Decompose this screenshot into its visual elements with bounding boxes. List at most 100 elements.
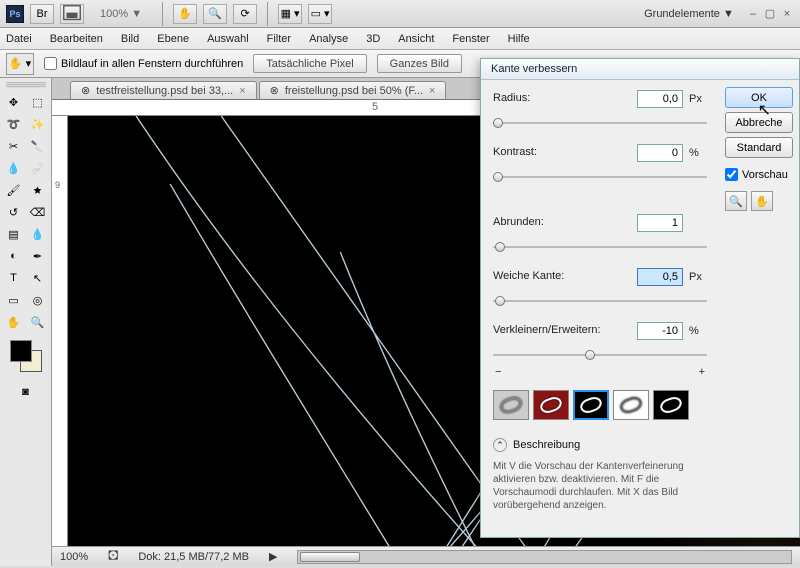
description-heading: Beschreibung (513, 439, 580, 451)
heal-tool-icon[interactable]: 🩹 (27, 158, 49, 178)
verkl-slider[interactable] (493, 348, 707, 362)
menu-ebene[interactable]: Ebene (157, 33, 189, 45)
status-bar: 100% 🖸 Dok: 21,5 MB/77,2 MB ▶ (52, 546, 800, 566)
scroll-all-checkbox[interactable]: Bildlauf in allen Fenstern durchführen (44, 57, 243, 70)
preview-modes (493, 390, 707, 420)
menu-bild[interactable]: Bild (121, 33, 139, 45)
hand-icon[interactable]: ✋ (751, 191, 773, 211)
scrollbar-horizontal[interactable] (297, 550, 792, 564)
minus-icon: − (495, 366, 501, 378)
actual-pixels-button[interactable]: Tatsächliche Pixel (253, 54, 366, 73)
close-tab-icon[interactable]: × (239, 85, 245, 97)
marquee-tool-icon[interactable]: ⬚ (27, 92, 49, 112)
weiche-label: Weiche Kante: (493, 268, 631, 286)
type-tool-icon[interactable]: T (3, 268, 25, 288)
hand-tool-icon[interactable]: ✋ (173, 4, 197, 24)
maximize-button[interactable]: ▢ (763, 6, 777, 20)
menu-analyse[interactable]: Analyse (309, 33, 348, 45)
menu-hilfe[interactable]: Hilfe (508, 33, 530, 45)
status-zoom[interactable]: 100% (60, 551, 88, 563)
pen-tool-icon[interactable]: ✒ (27, 246, 49, 266)
menu-datei[interactable]: Datei (6, 33, 32, 45)
photoshop-logo-icon: Ps (6, 5, 24, 23)
close-tab-icon[interactable]: × (429, 85, 435, 97)
weiche-input[interactable] (637, 268, 683, 286)
preview-black[interactable] (573, 390, 609, 420)
hand-tool-icon[interactable]: ✋ (3, 312, 25, 332)
app-topbar: Ps Br 100% ▼ ✋ 🔍 ⟳ ▦ ▾ ▭ ▾ Grundelemente… (0, 0, 800, 28)
brush-tool-icon[interactable]: 🖌 (3, 180, 25, 200)
zoom-tool-icon[interactable]: 🔍 (27, 312, 49, 332)
menubar: Datei Bearbeiten Bild Ebene Auswahl Filt… (0, 28, 800, 50)
menu-ansicht[interactable]: Ansicht (398, 33, 434, 45)
verkl-input[interactable] (637, 322, 683, 340)
lasso-tool-icon[interactable]: ➰ (3, 114, 25, 134)
current-tool-hand-icon[interactable]: ✋ ▾ (6, 53, 34, 75)
bridge-button[interactable]: Br (30, 4, 54, 24)
eraser-tool-icon[interactable]: ⌫ (27, 202, 49, 222)
zoom-icon[interactable]: 🔍 (725, 191, 747, 211)
verkl-label: Verkleinern/Erweitern: (493, 322, 631, 340)
rotate-view-icon[interactable]: ⟳ (233, 4, 257, 24)
abrunden-input[interactable] (637, 214, 683, 232)
kontrast-label: Kontrast: (493, 144, 631, 162)
description-text: Mit V die Vorschau der Kantenverfeinerun… (493, 460, 707, 512)
workspace-selector[interactable]: Grundelemente ▼ (644, 8, 734, 20)
refine-edge-dialog: Kante verbessern OK Abbreche Standard Vo… (480, 58, 800, 538)
ruler-vertical: 9 (52, 116, 68, 546)
preview-standard[interactable] (493, 390, 529, 420)
shape-tool-icon[interactable]: ▭ (3, 290, 25, 310)
window-controls: – ▢ × (746, 6, 794, 21)
gradient-tool-icon[interactable]: ▤ (3, 224, 25, 244)
status-doc: Dok: 21,5 MB/77,2 MB (138, 551, 249, 563)
menu-3d[interactable]: 3D (366, 33, 380, 45)
screen-icon[interactable]: ▭ ▾ (308, 4, 332, 24)
minimize-button[interactable]: – (746, 7, 760, 21)
eyedropper-tool-icon[interactable]: 💧 (3, 158, 25, 178)
preview-mask[interactable] (653, 390, 689, 420)
3d-tool-icon[interactable]: ◎ (27, 290, 49, 310)
tools-palette: ✥⬚ ➰✨ ✂🔪 💧🩹 🖌🟊 ↺⌫ ▤💧 ◐✒ T↖ ▭◎ ✋🔍 ◙ (0, 78, 52, 566)
fg-color-swatch[interactable] (10, 340, 32, 362)
zoom-tool-icon[interactable]: 🔍 (203, 4, 227, 24)
tab-testfreistellung[interactable]: ⊗testfreistellung.psd bei 33,...× (70, 81, 257, 99)
cancel-button[interactable]: Abbreche (725, 112, 793, 133)
kontrast-slider[interactable] (493, 170, 707, 184)
menu-filter[interactable]: Filter (267, 33, 291, 45)
tab-freistellung[interactable]: ⊗freistellung.psd bei 50% (F...× (259, 81, 447, 99)
history-brush-icon[interactable]: ↺ (3, 202, 25, 222)
crop-tool-icon[interactable]: ✂ (3, 136, 25, 156)
radius-label: Radius: (493, 90, 631, 108)
blur-tool-icon[interactable]: 💧 (27, 224, 49, 244)
wand-tool-icon[interactable]: ✨ (27, 114, 49, 134)
path-tool-icon[interactable]: ↖ (27, 268, 49, 288)
weiche-slider[interactable] (493, 294, 707, 308)
palette-grip[interactable] (6, 82, 46, 88)
dialog-title: Kante verbessern (481, 59, 799, 80)
kontrast-input[interactable] (637, 144, 683, 162)
fit-screen-button[interactable]: Ganzes Bild (377, 54, 462, 73)
menu-auswahl[interactable]: Auswahl (207, 33, 249, 45)
zoom-level[interactable]: 100% ▼ (90, 6, 152, 22)
dodge-tool-icon[interactable]: ◐ (3, 246, 25, 266)
plus-icon: + (699, 366, 705, 378)
radius-input[interactable] (637, 90, 683, 108)
slice-tool-icon[interactable]: 🔪 (27, 136, 49, 156)
screenmode-button[interactable] (60, 4, 84, 24)
quickmask-icon[interactable]: ◙ (15, 382, 37, 402)
abrunden-slider[interactable] (493, 240, 707, 254)
menu-fenster[interactable]: Fenster (452, 33, 489, 45)
menu-bearbeiten[interactable]: Bearbeiten (50, 33, 103, 45)
move-tool-icon[interactable]: ✥ (3, 92, 25, 112)
collapse-icon[interactable]: ⌃ (493, 438, 507, 452)
arrange-icon[interactable]: ▦ ▾ (278, 4, 302, 24)
preview-white[interactable] (613, 390, 649, 420)
color-swatches[interactable] (10, 340, 42, 376)
close-button[interactable]: × (780, 7, 794, 21)
ok-button[interactable]: OK (725, 87, 793, 108)
preview-overlay[interactable] (533, 390, 569, 420)
radius-slider[interactable] (493, 116, 707, 130)
preview-checkbox[interactable]: Vorschau (725, 168, 793, 181)
default-button[interactable]: Standard (725, 137, 793, 158)
stamp-tool-icon[interactable]: 🟊 (27, 180, 49, 200)
